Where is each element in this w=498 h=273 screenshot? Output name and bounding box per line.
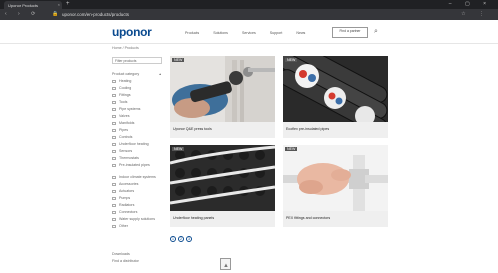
- filter-item[interactable]: Connectors: [112, 210, 167, 217]
- checkbox[interactable]: [112, 93, 116, 97]
- filter-item[interactable]: Indoor climate systems: [112, 175, 167, 182]
- window-controls[interactable]: – ▢ ×: [449, 1, 492, 7]
- filter-item[interactable]: Thermostats: [112, 156, 167, 163]
- site-header: uponor Products Solutions Services Suppo…: [0, 20, 498, 44]
- tab-title: Uponor Products: [8, 3, 39, 8]
- navigation-buttons[interactable]: ‹ › ⟳: [5, 11, 40, 17]
- nav-item[interactable]: Products: [185, 31, 199, 35]
- checkbox[interactable]: [112, 224, 116, 228]
- url-text: uponor.com/en-products/products: [62, 12, 130, 17]
- page-button[interactable]: 3: [186, 236, 192, 242]
- product-card[interactable]: NEW Uponor Q&E press tools: [170, 56, 275, 138]
- product-card[interactable]: NEW Ecoflex pre-insulated pipes: [283, 56, 388, 138]
- filter-input[interactable]: Filter products: [112, 57, 162, 64]
- checkbox[interactable]: [112, 196, 116, 200]
- checkbox[interactable]: [112, 79, 116, 83]
- url-field[interactable]: 🔒 uponor.com/en-products/products: [48, 11, 408, 18]
- top-navigation: Products Solutions Services Support News: [185, 31, 318, 35]
- product-card[interactable]: NEW PEX fittings and connectors: [283, 145, 388, 227]
- product-image-press-tool[interactable]: [170, 56, 275, 122]
- filter-item[interactable]: Other: [112, 224, 167, 231]
- checkbox[interactable]: [112, 86, 116, 90]
- checkbox[interactable]: [112, 121, 116, 125]
- checkbox[interactable]: [112, 163, 116, 167]
- address-bar: ‹ › ⟳ 🔒 uponor.com/en-products/products …: [0, 9, 498, 20]
- product-badge: NEW: [285, 58, 298, 62]
- product-image-floor-panels[interactable]: [170, 145, 275, 211]
- filter-item[interactable]: Underfloor heating: [112, 142, 167, 149]
- checkbox[interactable]: [112, 189, 116, 193]
- nav-item[interactable]: News: [296, 31, 305, 35]
- filter-item[interactable]: Actuators: [112, 189, 167, 196]
- breadcrumb[interactable]: Home / Products: [112, 46, 139, 50]
- checkbox[interactable]: [112, 128, 116, 132]
- checkbox[interactable]: [112, 175, 116, 179]
- filter-item[interactable]: Cooling: [112, 86, 167, 93]
- filter-item[interactable]: Water supply solutions: [112, 217, 167, 224]
- product-image-pex-fitting[interactable]: [283, 145, 388, 211]
- product-badge: NEW: [172, 58, 185, 62]
- category-list: Heating Cooling Fittings Tools Pipe syst…: [112, 79, 167, 231]
- product-title[interactable]: Underfloor heating panels: [173, 216, 214, 220]
- product-image-insulated-pipes[interactable]: [283, 56, 388, 122]
- nav-item[interactable]: Solutions: [213, 31, 228, 35]
- filter-item[interactable]: Accessories: [112, 182, 167, 189]
- filter-item[interactable]: Manifolds: [112, 121, 167, 128]
- checkbox[interactable]: [112, 107, 116, 111]
- checkbox[interactable]: [112, 135, 116, 139]
- mountain-icon: ▲: [223, 263, 229, 269]
- checkbox[interactable]: [112, 149, 116, 153]
- find-partner-button[interactable]: Find a partner: [332, 27, 368, 38]
- filter-item[interactable]: Valves: [112, 114, 167, 121]
- checkbox[interactable]: [112, 203, 116, 207]
- filter-item[interactable]: Tools: [112, 100, 167, 107]
- filter-item[interactable]: Sensors: [112, 149, 167, 156]
- checkbox[interactable]: [112, 142, 116, 146]
- category-section-title[interactable]: Product category ▴: [112, 72, 167, 76]
- product-title[interactable]: Ecoflex pre-insulated pipes: [286, 127, 329, 131]
- checkbox[interactable]: [112, 114, 116, 118]
- product-title[interactable]: PEX fittings and connectors: [286, 216, 330, 220]
- image-placeholder-icon[interactable]: ▲: [220, 258, 231, 270]
- close-icon[interactable]: ×: [58, 2, 60, 7]
- nav-item[interactable]: Support: [270, 31, 283, 35]
- product-title[interactable]: Uponor Q&E press tools: [173, 127, 212, 131]
- checkbox[interactable]: [112, 217, 116, 221]
- filter-item[interactable]: Controls: [112, 135, 167, 142]
- page-button[interactable]: 1: [170, 236, 176, 242]
- product-badge: NEW: [285, 147, 298, 151]
- filter-item[interactable]: Fittings: [112, 93, 167, 100]
- filter-item[interactable]: Pre-insulated pipes: [112, 163, 167, 175]
- downloads-link[interactable]: Downloads: [112, 252, 139, 256]
- checkbox[interactable]: [112, 210, 116, 214]
- filter-item[interactable]: Radiators: [112, 203, 167, 210]
- search-icon[interactable]: ⌕: [374, 28, 378, 36]
- checkbox[interactable]: [112, 182, 116, 186]
- page-button[interactable]: 2: [178, 236, 184, 242]
- category-section-label: Product category: [112, 72, 140, 76]
- lock-icon: 🔒: [52, 11, 59, 17]
- sidebar-footer: Downloads Find a distributor: [112, 252, 139, 266]
- product-card[interactable]: NEW Underfloor heating panels: [170, 145, 275, 227]
- browser-tab[interactable]: Uponor Products ×: [4, 1, 62, 9]
- checkbox[interactable]: [112, 156, 116, 160]
- product-badge: NEW: [172, 147, 185, 151]
- pagination: 123: [170, 236, 194, 242]
- find-distributor-link[interactable]: Find a distributor: [112, 259, 139, 263]
- filter-item[interactable]: Pipes: [112, 128, 167, 135]
- filter-item[interactable]: Heating: [112, 79, 167, 86]
- chevron-up-icon: ▴: [159, 72, 161, 76]
- filter-item[interactable]: Pumps: [112, 196, 167, 203]
- checkbox[interactable]: [112, 100, 116, 104]
- new-tab-button[interactable]: +: [66, 1, 70, 8]
- extension-icons[interactable]: ☆ ⋮: [461, 11, 490, 17]
- nav-item[interactable]: Services: [242, 31, 256, 35]
- browser-tab-bar: Uponor Products × + – ▢ ×: [0, 0, 498, 9]
- uponor-logo[interactable]: uponor: [112, 25, 152, 39]
- filter-item[interactable]: Pipe systems: [112, 107, 167, 114]
